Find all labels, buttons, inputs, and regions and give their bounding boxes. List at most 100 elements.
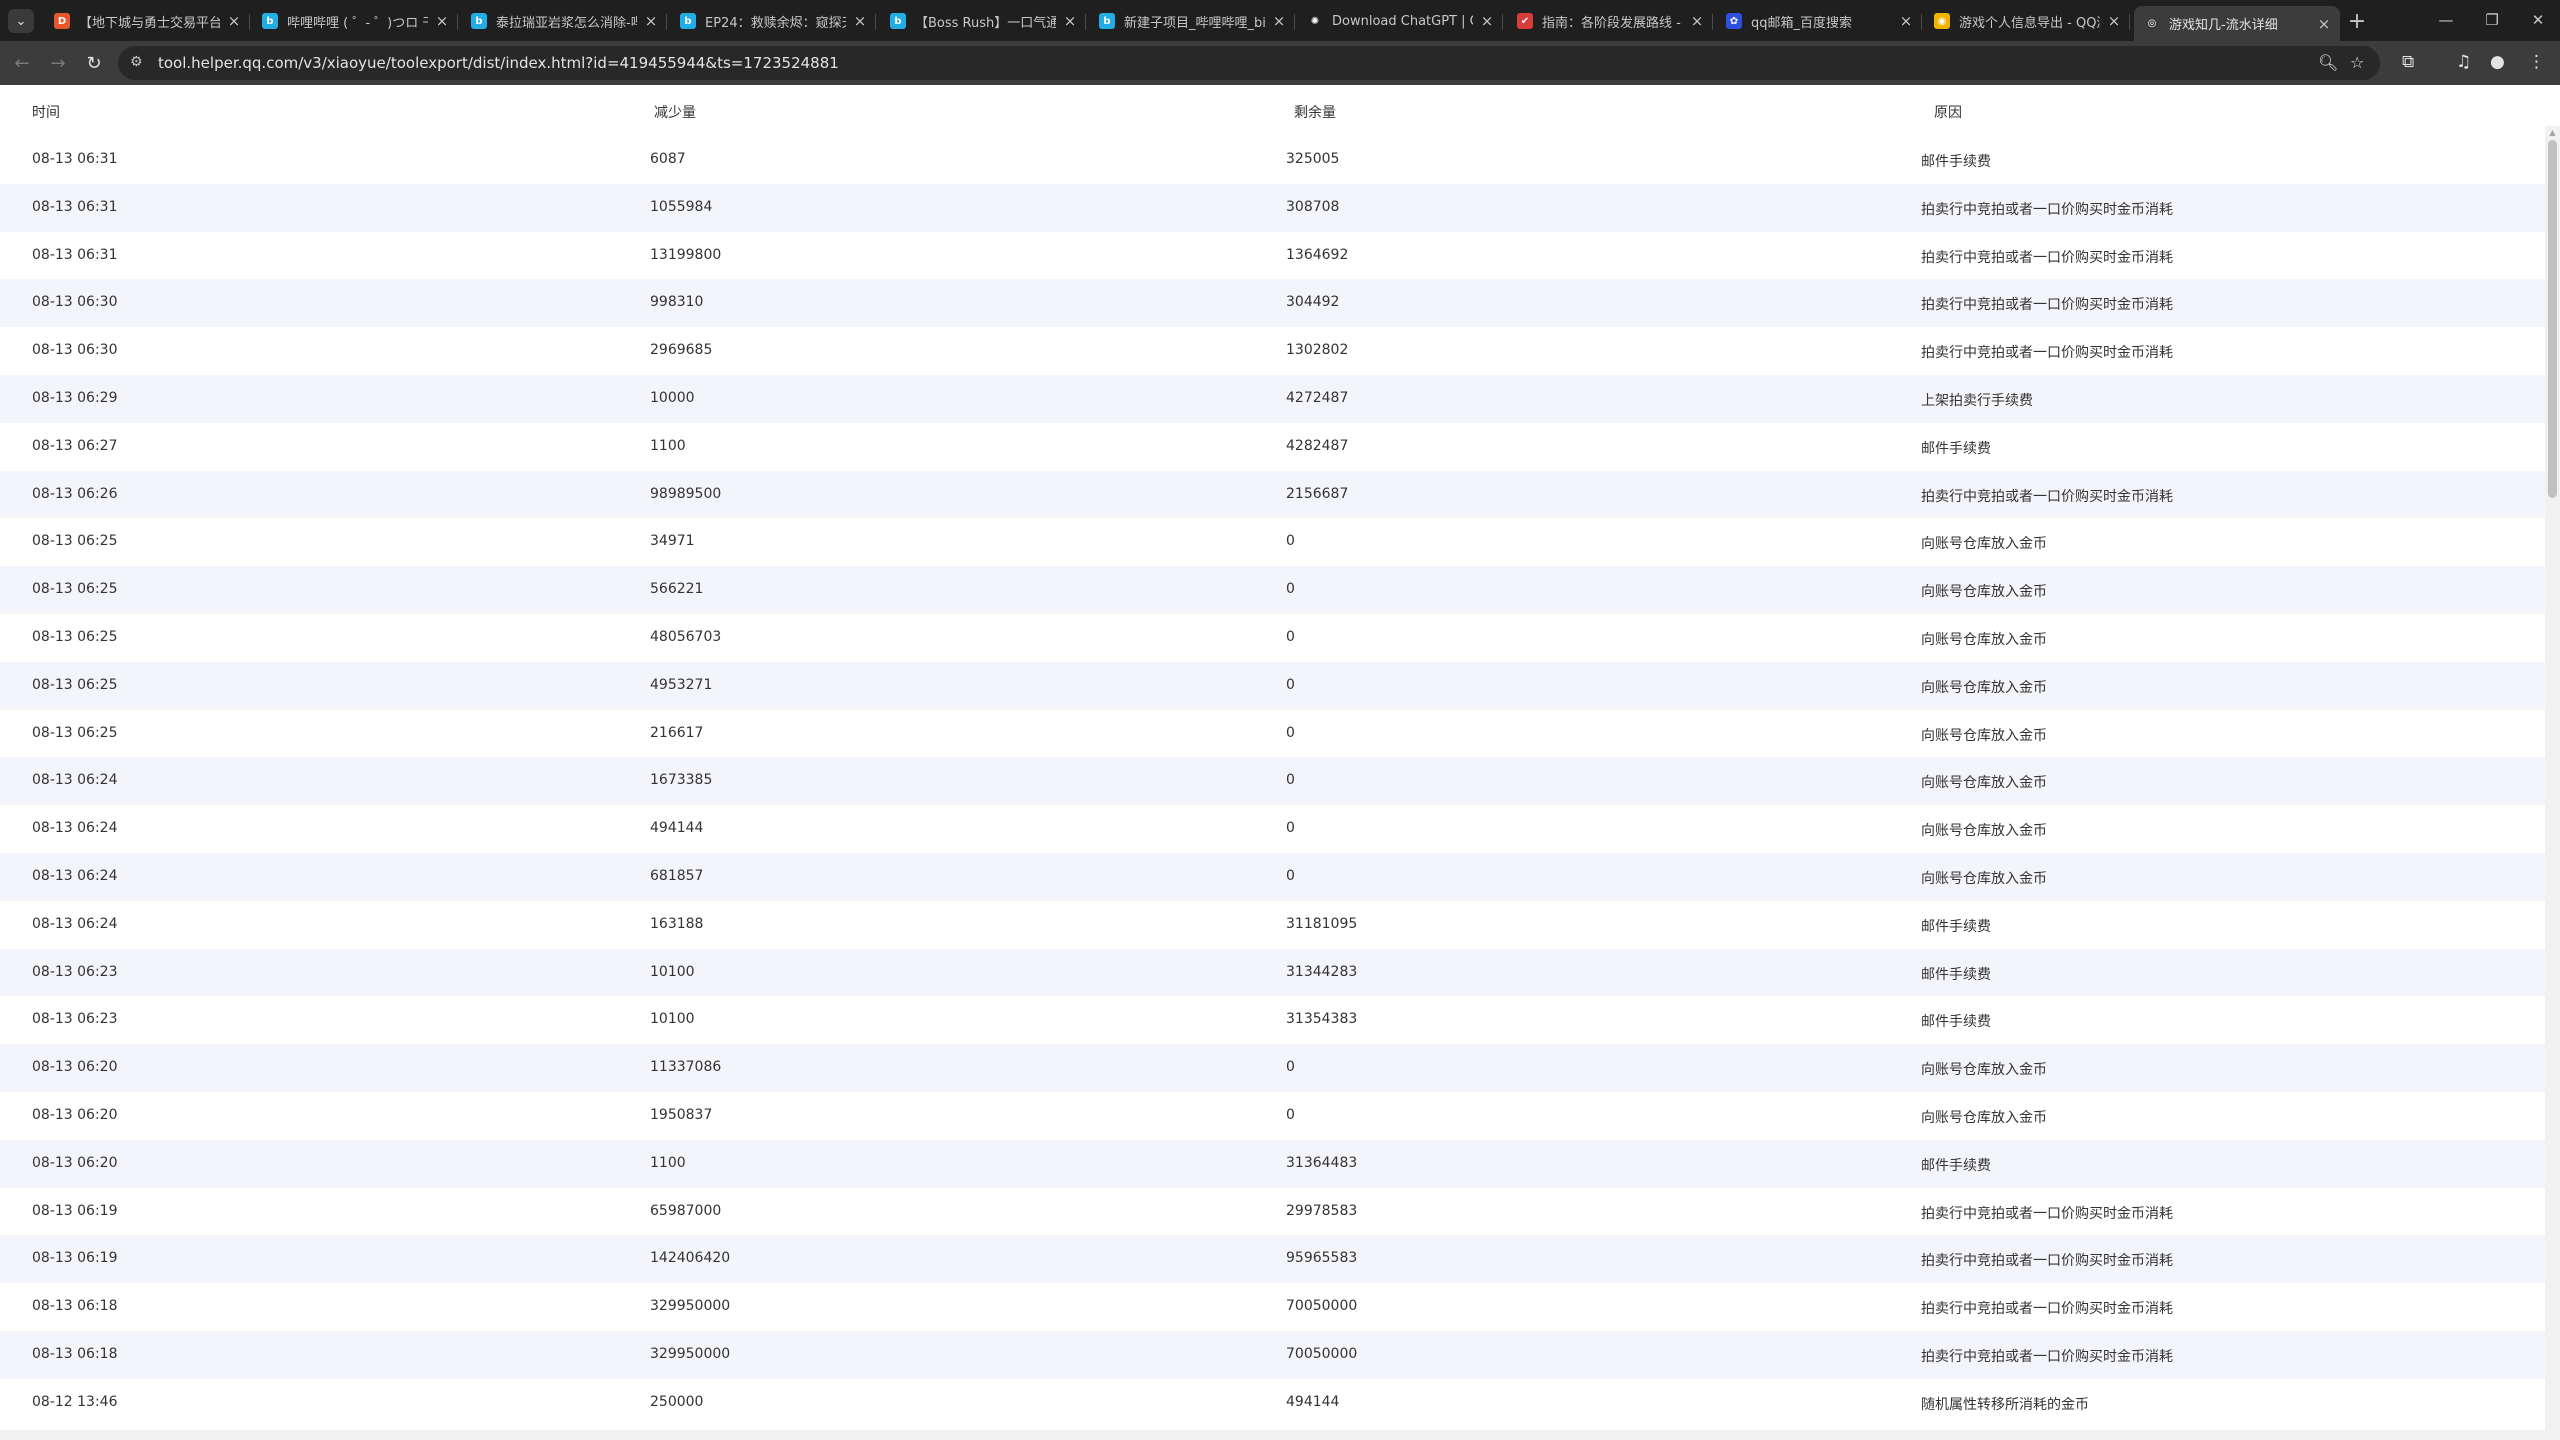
cell-time: 08-13 06:23: [32, 1011, 118, 1028]
close-tab-icon[interactable]: ×: [1271, 12, 1287, 30]
table-row: 08-13 06:20 1100 31364483 邮件手续费: [0, 1139, 2545, 1188]
close-tab-icon[interactable]: ×: [643, 12, 659, 30]
browser-tab[interactable]: b 哔哩哔哩 ( ゜- ゜)つロ 干杯 ×: [252, 6, 458, 36]
horizontal-scrollbar[interactable]: [0, 1430, 2545, 1440]
cell-time: 08-13 06:18: [32, 1298, 118, 1315]
restore-button[interactable]: ❐: [2472, 6, 2512, 34]
cell-remaining: 4282487: [1286, 437, 1349, 454]
close-tab-icon[interactable]: ×: [852, 12, 868, 30]
table-row: 08-13 06:24 1673385 0 向账号仓库放入金币: [0, 757, 2545, 806]
tab-search-button[interactable]: ⌄: [8, 9, 34, 33]
minimize-button[interactable]: —: [2426, 6, 2466, 34]
cell-remaining: 0: [1286, 676, 1295, 693]
table-row: 08-13 06:25 216617 0 向账号仓库放入金币: [0, 709, 2545, 758]
cell-decrease: 10100: [650, 1011, 695, 1028]
cell-time: 08-13 06:24: [32, 867, 118, 884]
openai-icon: ✺: [1307, 13, 1323, 29]
close-tab-icon[interactable]: ×: [2316, 15, 2332, 33]
cell-time: 08-13 06:29: [32, 389, 118, 406]
table-row: 08-13 06:31 6087 325005 邮件手续费: [0, 136, 2545, 184]
cell-reason: 邮件手续费: [1921, 966, 1991, 983]
cell-remaining: 0: [1286, 820, 1295, 837]
tab-separator: [457, 14, 458, 30]
cell-reason: 拍卖行中竞拍或者一口价购买时金币消耗: [1921, 297, 2173, 314]
cell-reason: 向账号仓库放入金币: [1921, 536, 2047, 553]
cell-remaining: 0: [1286, 628, 1295, 645]
browser-tab[interactable]: ✿ qq邮箱_百度搜索 ×: [1716, 6, 1922, 36]
bilibili-icon: b: [262, 13, 278, 29]
more-menu-icon[interactable]: ⋮: [2528, 52, 2545, 72]
tab-title: 【Boss Rush】一口气通: [915, 15, 1056, 31]
table-row: 08-13 06:19 142406420 95965583 拍卖行中竞拍或者一口价购…: [0, 1235, 2545, 1284]
browser-tab[interactable]: ◎ 游戏知几-流水详细 ×: [2134, 6, 2340, 41]
table-row: 08-13 06:20 11337086 0 向账号仓库放入金币: [0, 1044, 2545, 1092]
cell-remaining: 95965583: [1286, 1250, 1358, 1267]
scroll-up-icon[interactable]: ▲: [2548, 129, 2557, 137]
column-header-remaining: 剩余量: [1294, 105, 1336, 121]
profile-icon[interactable]: ●: [2490, 52, 2505, 72]
cell-remaining: 325005: [1286, 151, 1340, 167]
bookmark-star-icon[interactable]: ☆: [2350, 53, 2364, 72]
scroll-thumb[interactable]: [2548, 140, 2557, 498]
cell-decrease: 329950000: [650, 1298, 731, 1315]
address-bar[interactable]: ⚙ tool.helper.qq.com/v3/xiaoyue/toolexpo…: [118, 46, 2380, 80]
reload-button[interactable]: ↻: [80, 49, 108, 77]
cell-remaining: 0: [1286, 1059, 1295, 1076]
close-tab-icon[interactable]: ×: [434, 12, 450, 30]
browser-tab[interactable]: b EP24：救赎余烬：窥探天 ×: [670, 6, 876, 36]
cell-time: 08-13 06:26: [32, 485, 118, 502]
arrow-left-icon: ←: [14, 52, 30, 74]
site-info-icon[interactable]: ⚙: [130, 54, 143, 70]
close-tab-icon[interactable]: ×: [1898, 12, 1914, 30]
url-text[interactable]: tool.helper.qq.com/v3/xiaoyue/toolexport…: [158, 54, 839, 72]
table-row: 08-13 06:27 1100 4282487 邮件手续费: [0, 422, 2545, 471]
cell-decrease: 1100: [650, 1154, 686, 1171]
cell-decrease: 6087: [650, 151, 686, 167]
cell-reason: 邮件手续费: [1921, 154, 1991, 170]
back-button[interactable]: ←: [8, 49, 36, 77]
restore-icon: ❐: [2485, 11, 2499, 29]
zoom-icon[interactable]: 🔍︎: [2318, 53, 2338, 72]
browser-tab[interactable]: ✺ Download ChatGPT | Op ×: [1297, 6, 1503, 36]
browser-tab[interactable]: b 【Boss Rush】一口气通 ×: [880, 6, 1086, 36]
dnf-icon: D: [54, 13, 70, 29]
table-row: 08-13 06:31 13199800 1364692 拍卖行中竞拍或者一口价购买时…: [0, 231, 2545, 280]
cell-decrease: 142406420: [650, 1250, 731, 1267]
column-header-decrease: 减少量: [654, 105, 696, 121]
close-tab-icon[interactable]: ×: [1689, 12, 1705, 30]
bilibili-icon: b: [680, 13, 696, 29]
bilibili-icon: b: [471, 13, 487, 29]
browser-tab[interactable]: ◉ 游戏个人信息导出 - QQ浏 ×: [1924, 6, 2130, 36]
bilibili-icon: b: [890, 13, 906, 29]
cell-decrease: 1100: [650, 437, 686, 454]
browser-tab[interactable]: b 泰拉瑞亚岩浆怎么消除-哔 ×: [461, 6, 667, 36]
table-row: 08-13 06:24 163188 31181095 邮件手续费: [0, 900, 2545, 949]
table-row: 08-13 06:23 10100 31354383 邮件手续费: [0, 996, 2545, 1045]
browser-toolbar: ← → ↻ ⚙ tool.helper.qq.com/v3/xiaoyue/to…: [0, 41, 2560, 85]
forward-button[interactable]: →: [44, 49, 72, 77]
column-header-time: 时间: [32, 105, 60, 121]
browser-tab[interactable]: ✔ 指南：各阶段发展路线 - ×: [1507, 6, 1713, 36]
vertical-scrollbar[interactable]: ▲: [2545, 126, 2560, 1440]
cell-remaining: 0: [1286, 1106, 1295, 1123]
new-tab-button[interactable]: +: [2344, 8, 2370, 34]
close-tab-icon[interactable]: ×: [2106, 12, 2122, 30]
table-row: 08-13 06:25 34971 0 向账号仓库放入金币: [0, 518, 2545, 567]
table-row: 08-13 06:25 48056703 0 向账号仓库放入金币: [0, 613, 2545, 662]
close-tab-icon[interactable]: ×: [1062, 12, 1078, 30]
close-tab-icon[interactable]: ×: [226, 12, 242, 30]
tab-title: 【地下城与勇士交易平台】: [79, 15, 220, 31]
close-tab-icon[interactable]: ×: [1479, 12, 1495, 30]
table-header: 时间 减少量 剩余量 原因: [0, 85, 2545, 136]
browser-tab[interactable]: D 【地下城与勇士交易平台】 ×: [44, 6, 250, 36]
browser-tab[interactable]: b 新建子项目_哔哩哔哩_bili ×: [1089, 6, 1295, 36]
close-window-button[interactable]: ✕: [2518, 6, 2558, 34]
bilibili-icon: b: [1099, 13, 1115, 29]
cell-remaining: 70050000: [1286, 1298, 1358, 1315]
cell-decrease: 13199800: [650, 246, 722, 263]
extensions-icon[interactable]: ⧉: [2402, 52, 2414, 72]
table-row: 08-13 06:26 98989500 2156687 拍卖行中竞拍或者一口价购买时…: [0, 470, 2545, 519]
table-row: 08-13 06:23 10100 31344283 邮件手续费: [0, 948, 2545, 997]
tab-title: 游戏知几-流水详细: [2169, 18, 2278, 33]
media-controls-icon[interactable]: ♫: [2456, 52, 2471, 72]
